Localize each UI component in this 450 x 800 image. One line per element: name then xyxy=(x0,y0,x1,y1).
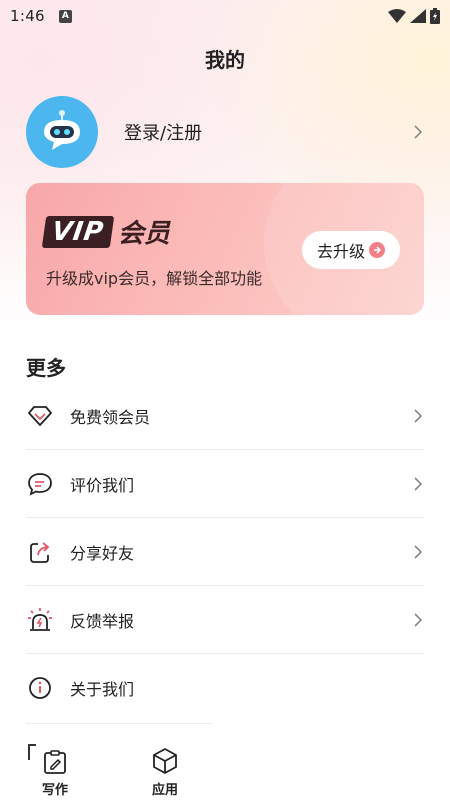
vip-logo: VIP 会员 xyxy=(41,213,170,250)
diamond-icon xyxy=(26,402,54,430)
menu-item-about[interactable]: 关于我们 xyxy=(26,654,424,722)
bottom-nav: 写作 应用 xyxy=(0,746,220,800)
avatar[interactable] xyxy=(26,96,98,168)
menu-item-label: 免费领会员 xyxy=(70,407,151,427)
vip-badge: VIP xyxy=(41,215,115,248)
chevron-right-icon xyxy=(414,476,423,491)
nav-label: 写作 xyxy=(41,783,68,798)
page-title: 我的 xyxy=(205,48,245,72)
menu-item-label: 反馈举报 xyxy=(70,611,135,631)
login-register-link[interactable]: 登录/注册 xyxy=(124,119,202,145)
menu-item-label: 评价我们 xyxy=(70,475,135,495)
chevron-right-icon xyxy=(414,612,423,627)
upgrade-button[interactable]: 去升级 xyxy=(302,231,400,269)
chevron-right-icon xyxy=(414,544,423,559)
arrow-right-icon xyxy=(369,242,385,258)
info-icon xyxy=(26,674,54,702)
section-title-more: 更多 xyxy=(26,356,66,380)
vip-member-text: 会员 xyxy=(117,219,170,249)
status-bar: 1:46 A xyxy=(0,0,450,32)
edit-clipboard-icon xyxy=(44,750,66,774)
signal-icon xyxy=(410,9,426,23)
notification-icon: A xyxy=(58,9,72,23)
alarm-icon xyxy=(26,606,54,634)
nav-label: 应用 xyxy=(151,783,178,798)
menu-item-rate-us[interactable]: 评价我们 xyxy=(26,450,424,518)
chevron-right-icon xyxy=(414,125,423,139)
vip-card[interactable]: VIP 会员 升级成vip会员，解锁全部功能 去升级 xyxy=(26,183,424,315)
share-icon xyxy=(26,538,54,566)
menu-item-label: 分享好友 xyxy=(70,543,135,563)
battery-icon xyxy=(430,8,440,24)
profile-login-row[interactable]: 登录/注册 xyxy=(26,96,424,168)
wifi-icon xyxy=(388,9,406,23)
menu-item-label: 关于我们 xyxy=(70,680,135,699)
vip-description: 升级成vip会员，解锁全部功能 xyxy=(46,269,263,288)
robot-avatar-icon xyxy=(44,110,80,150)
more-menu-list: 免费领会员 评价我们 分享好友 反馈举报 关于我们 xyxy=(26,382,424,722)
status-time: 1:46 xyxy=(10,7,45,25)
nav-tab-apps[interactable]: 应用 xyxy=(110,747,220,800)
upgrade-label: 去升级 xyxy=(316,242,365,261)
menu-item-free-vip[interactable]: 免费领会员 xyxy=(26,382,424,450)
chevron-right-icon xyxy=(414,408,423,423)
chat-bubble-icon xyxy=(26,470,54,498)
divider xyxy=(26,723,212,724)
cube-icon xyxy=(153,748,177,774)
status-icons xyxy=(388,8,440,24)
menu-item-share[interactable]: 分享好友 xyxy=(26,518,424,586)
nav-tab-write[interactable]: 写作 xyxy=(0,749,110,800)
menu-item-feedback[interactable]: 反馈举报 xyxy=(26,586,424,654)
